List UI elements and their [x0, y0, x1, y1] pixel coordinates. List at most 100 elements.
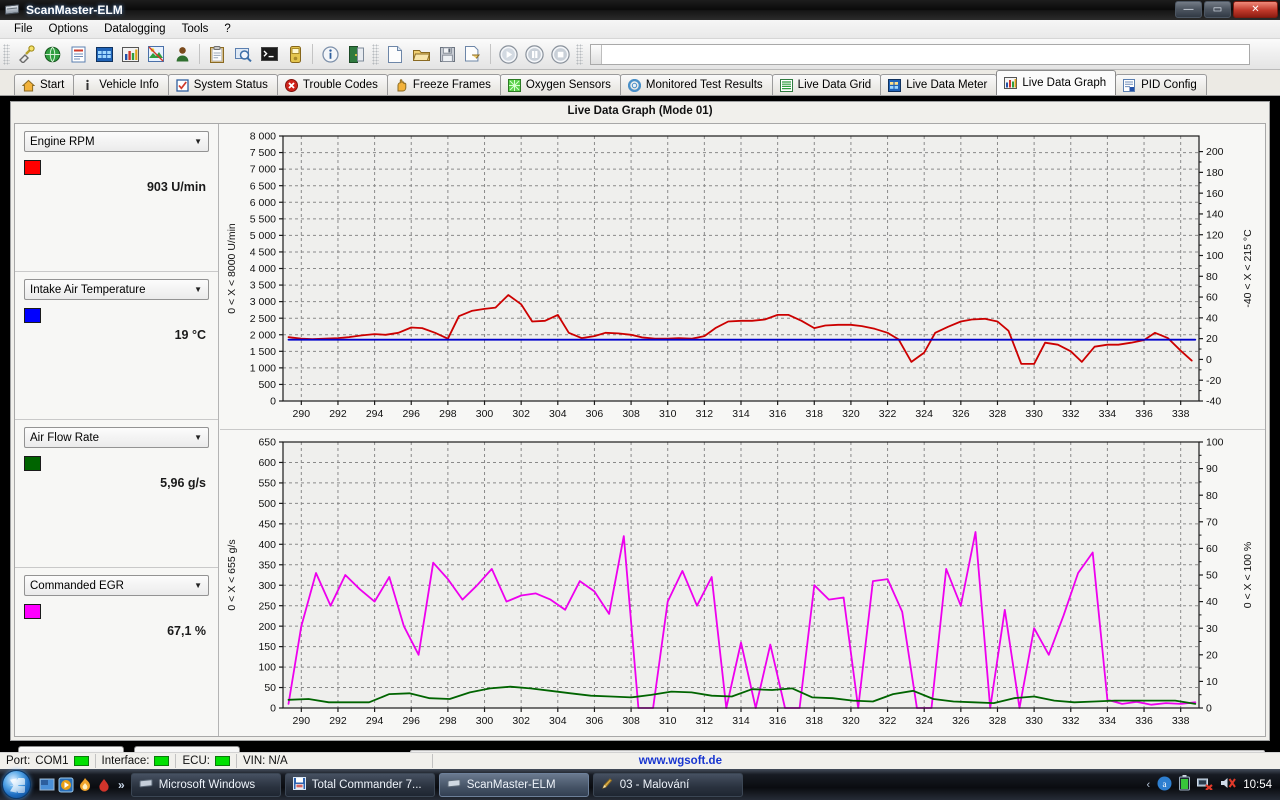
volume-icon[interactable]	[1220, 776, 1236, 793]
open-folder-icon[interactable]	[409, 42, 433, 66]
svg-text:20: 20	[1206, 649, 1218, 661]
toolbar-grip-2[interactable]	[372, 44, 379, 65]
device-icon[interactable]	[283, 42, 307, 66]
toolbar-grip[interactable]	[3, 44, 10, 65]
svg-text:322: 322	[879, 715, 897, 727]
tray-chevron-icon[interactable]: ‹	[1147, 779, 1151, 791]
save-as-icon[interactable]	[461, 42, 485, 66]
toolbar-separator	[199, 44, 200, 64]
pid-color-swatch-1[interactable]	[24, 308, 41, 323]
info-icon[interactable]	[318, 42, 342, 66]
minimize-button[interactable]: —	[1175, 1, 1202, 18]
globe-icon[interactable]	[40, 42, 64, 66]
svg-text:326: 326	[952, 408, 970, 420]
toolbar-combo[interactable]	[590, 44, 1250, 65]
search-icon[interactable]	[231, 42, 255, 66]
user-icon[interactable]	[170, 42, 194, 66]
toolbar-grip-3[interactable]	[576, 44, 583, 65]
menu-item-help[interactable]: ?	[216, 21, 238, 37]
flame-icon[interactable]	[77, 777, 93, 793]
svg-text:314: 314	[732, 715, 750, 727]
gear-icon	[628, 79, 641, 92]
combo-handle[interactable]	[591, 45, 602, 64]
taskbar-item-malovani[interactable]: 03 - Malování	[593, 773, 743, 797]
svg-text:200: 200	[258, 621, 276, 633]
menu-item-tools[interactable]: Tools	[174, 21, 217, 37]
chart-engine-rpm-iat[interactable]: 05001 0001 5002 0002 5003 0003 5004 0004…	[220, 124, 1265, 430]
menu-item-options[interactable]: Options	[41, 21, 97, 37]
pid-select-3[interactable]: Commanded EGR ▼	[24, 575, 209, 596]
svg-text:500: 500	[258, 498, 276, 510]
chevron-down-icon: ▼	[194, 137, 202, 146]
clipboard-icon[interactable]	[205, 42, 229, 66]
taskbar-item-microsoft-windows[interactable]: Microsoft Windows	[131, 773, 281, 797]
grid-icon[interactable]	[92, 42, 116, 66]
stop-icon[interactable]	[548, 42, 572, 66]
tab-live-data-grid[interactable]: Live Data Grid	[772, 74, 882, 95]
network-icon[interactable]	[1197, 776, 1213, 793]
tab-freeze-frames[interactable]: Freeze Frames	[387, 74, 501, 95]
svg-text:50: 50	[264, 682, 276, 694]
media-player-icon[interactable]	[58, 777, 74, 793]
menu-item-file[interactable]: File	[6, 21, 41, 37]
acrobat-icon[interactable]: a	[1157, 776, 1172, 794]
pid-select-2[interactable]: Air Flow Rate ▼	[24, 427, 209, 448]
taskbar-item-total-commander[interactable]: Total Commander 7...	[285, 773, 435, 797]
tab-oxygen-sensors[interactable]: Oxygen Sensors	[500, 74, 621, 95]
chart-airflow-egr[interactable]: 0501001502002503003504004505005506006500…	[220, 430, 1265, 736]
svg-text:4 000: 4 000	[250, 263, 276, 275]
chevron-down-icon: ▼	[194, 581, 202, 590]
svg-text:306: 306	[586, 408, 604, 420]
tab-monitored-test-results[interactable]: Monitored Test Results	[620, 74, 773, 95]
website-link[interactable]: www.wgsoft.de	[639, 755, 722, 767]
status-website[interactable]: www.wgsoft.de	[633, 754, 728, 769]
battery-icon[interactable]	[1179, 775, 1190, 794]
start-button[interactable]	[2, 770, 31, 799]
pid-select-1[interactable]: Intake Air Temperature ▼	[24, 279, 209, 300]
new-file-icon[interactable]	[383, 42, 407, 66]
taskbar-item-scanmaster-elm[interactable]: ScanMaster-ELM	[439, 773, 589, 797]
show-desktop-icon[interactable]	[39, 777, 55, 793]
svg-text:324: 324	[915, 408, 933, 420]
status-vin: VIN: N/A	[237, 754, 294, 769]
close-button[interactable]: ✕	[1233, 1, 1278, 18]
svg-text:300: 300	[476, 715, 494, 727]
pid-color-swatch-3[interactable]	[24, 604, 41, 619]
pid-select-0[interactable]: Engine RPM ▼	[24, 131, 209, 152]
toolbar-separator	[312, 44, 313, 64]
svg-text:a: a	[1163, 779, 1167, 789]
pid-color-swatch-2[interactable]	[24, 456, 41, 471]
quick-launch-overflow[interactable]: »	[118, 778, 125, 792]
svg-text:312: 312	[696, 715, 714, 727]
interface-led	[154, 756, 169, 766]
tab-start[interactable]: Start	[14, 74, 74, 95]
clock[interactable]: 10:54	[1243, 779, 1272, 791]
tab-live-data-graph[interactable]: Live Data Graph	[996, 70, 1116, 95]
maximize-button[interactable]: ▭	[1204, 1, 1231, 18]
tab-live-data-meter[interactable]: Live Data Meter	[880, 74, 997, 95]
tab-pid-config[interactable]: PID Config	[1115, 74, 1207, 95]
tab-trouble-codes[interactable]: Trouble Codes	[277, 74, 388, 95]
report-icon[interactable]	[66, 42, 90, 66]
menu-item-datalogging[interactable]: Datalogging	[96, 21, 173, 37]
svg-text:326: 326	[952, 715, 970, 727]
exit-icon[interactable]	[344, 42, 368, 66]
tab-label: Vehicle Info	[99, 79, 158, 91]
svg-text:10: 10	[1206, 676, 1218, 688]
port-led	[74, 756, 89, 766]
console-icon[interactable]	[257, 42, 281, 66]
tab-vehicle-info[interactable]: Vehicle Info	[73, 74, 168, 95]
pause-icon[interactable]	[522, 42, 546, 66]
tab-system-status[interactable]: System Status	[168, 74, 278, 95]
pid-color-swatch-0[interactable]	[24, 160, 41, 175]
chart-icon[interactable]	[118, 42, 142, 66]
svg-text:0 < X < 655 g/s: 0 < X < 655 g/s	[226, 539, 238, 610]
svg-text:1 000: 1 000	[250, 362, 276, 374]
svg-text:5 500: 5 500	[250, 213, 276, 225]
play-icon[interactable]	[496, 42, 520, 66]
svg-text:100: 100	[258, 662, 276, 674]
image-icon[interactable]	[144, 42, 168, 66]
connect-icon[interactable]	[14, 42, 38, 66]
drop-icon[interactable]	[96, 777, 112, 793]
save-icon[interactable]	[435, 42, 459, 66]
